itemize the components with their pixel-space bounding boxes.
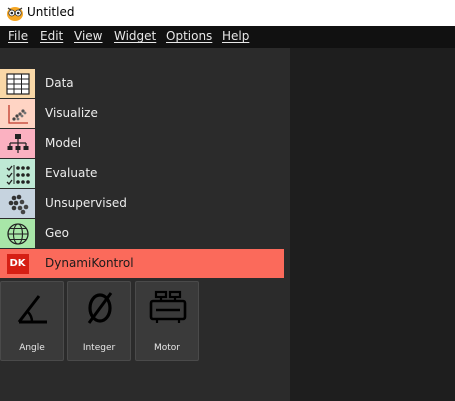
category-geo[interactable]: Geo — [0, 219, 284, 248]
category-unsupervised[interactable]: Unsupervised — [0, 189, 284, 218]
category-label: Geo — [45, 226, 70, 240]
angle-icon — [17, 295, 47, 324]
widget-label: Angle — [19, 343, 45, 353]
checklist-evaluate-icon — [0, 159, 35, 188]
category-data[interactable]: Data — [0, 69, 284, 98]
category-label: Evaluate — [45, 166, 98, 180]
menu-view[interactable]: View — [74, 29, 102, 43]
category-visualize[interactable]: Visualize — [0, 99, 284, 128]
category-label: DynamiKontrol — [45, 256, 134, 270]
dk-badge: DK — [6, 253, 29, 274]
category-model[interactable]: Model — [0, 129, 284, 158]
menu-edit[interactable]: Edit — [40, 29, 63, 43]
dk-logo-icon: DK — [0, 249, 35, 278]
menu-help[interactable]: Help — [222, 29, 249, 43]
data-table-icon — [0, 69, 35, 98]
menu-options[interactable]: Options — [166, 29, 212, 43]
menu-widget[interactable]: Widget — [114, 29, 156, 43]
menu-file[interactable]: File — [8, 29, 28, 43]
workflow-canvas[interactable] — [290, 48, 455, 401]
category-label: Data — [45, 76, 74, 90]
tree-model-icon — [0, 129, 35, 158]
scatter-plot-icon — [0, 99, 35, 128]
category-label: Visualize — [45, 106, 98, 120]
category-label: Unsupervised — [45, 196, 127, 210]
orange-owl-app-icon — [7, 7, 23, 21]
empty-set-icon — [87, 292, 113, 324]
title-bar: Untitled — [0, 0, 455, 26]
widget-integer[interactable]: Integer — [67, 281, 131, 361]
widget-label: Integer — [82, 343, 116, 353]
category-label: Model — [45, 136, 82, 150]
widget-angle[interactable]: Angle — [0, 281, 64, 361]
globe-icon — [0, 219, 35, 248]
widget-label: Motor — [153, 343, 180, 353]
category-dynamikontrol[interactable]: DK DynamiKontrol — [0, 249, 284, 278]
category-evaluate[interactable]: Evaluate — [0, 159, 284, 188]
window-title: Untitled — [27, 5, 75, 19]
widget-motor[interactable]: Motor — [135, 281, 199, 361]
motor-icon — [149, 290, 187, 323]
clusters-icon — [0, 189, 35, 218]
menu-bar: File Edit View Widget Options Help — [0, 26, 455, 48]
widget-panel: Data Visualize Model Evaluate Unsupervis… — [0, 48, 290, 401]
